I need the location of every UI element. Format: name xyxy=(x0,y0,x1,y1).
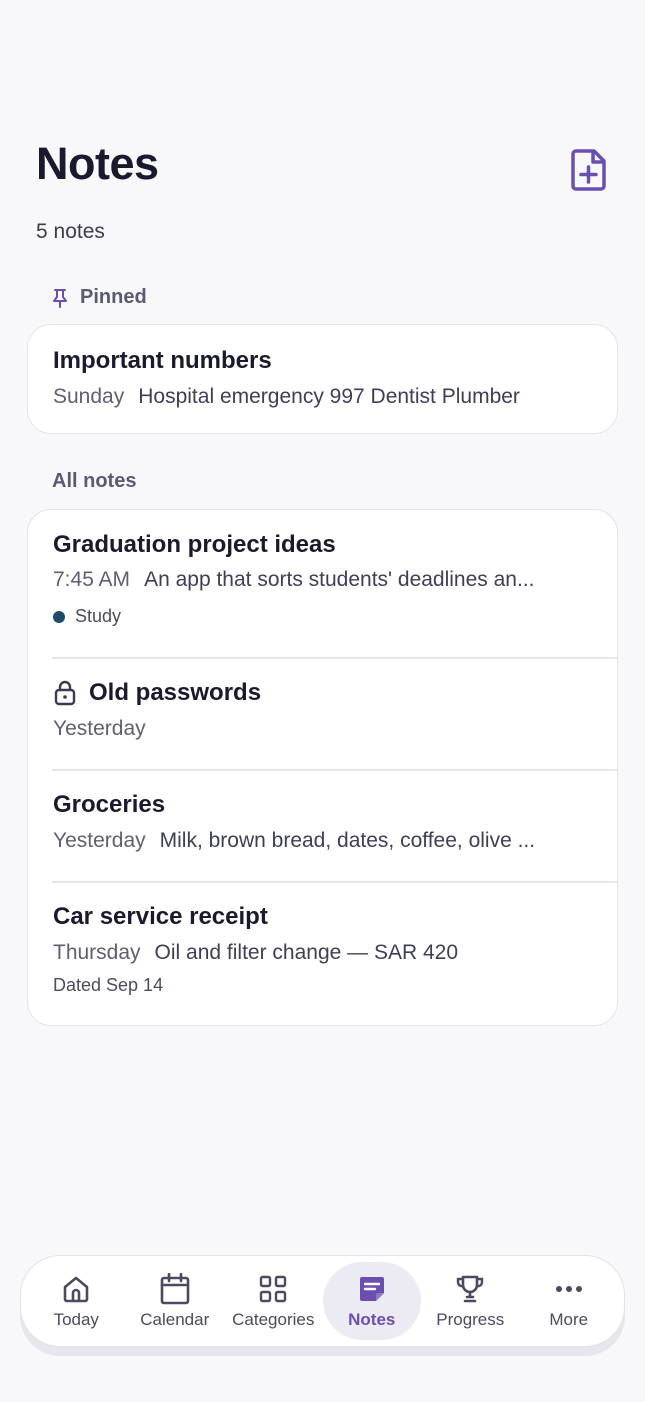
note-meta: Thursday Oil and filter change — SAR 420 xyxy=(53,941,593,965)
note-icon xyxy=(358,1272,386,1306)
note-date: Sunday xyxy=(53,385,125,408)
nav-item-calendar[interactable]: Calendar xyxy=(126,1262,225,1340)
pin-icon xyxy=(52,288,68,308)
new-note-button[interactable] xyxy=(569,148,609,192)
nav-item-progress[interactable]: Progress xyxy=(421,1262,520,1340)
nav-label: Calendar xyxy=(140,1310,210,1329)
all-notes-card: Graduation project ideas 7:45 AM An app t… xyxy=(27,509,618,1026)
note-title-row: Old passwords xyxy=(53,679,593,707)
all-notes-section-label: All notes xyxy=(52,470,136,493)
nav-label: Progress xyxy=(436,1310,505,1329)
calendar-icon xyxy=(160,1272,190,1306)
category-tag: Study xyxy=(53,606,593,627)
page-header: Notes xyxy=(36,138,609,198)
note-item-groceries[interactable]: Groceries Yesterday Milk, brown bread, da… xyxy=(28,769,617,881)
tag-dot-icon xyxy=(53,610,65,623)
pinned-section-label: Pinned xyxy=(52,286,147,309)
note-preview: Hospital emergency 997 Dentist Plumber xyxy=(138,385,520,408)
add-file-icon xyxy=(571,149,606,191)
note-date: Thursday xyxy=(53,941,141,964)
note-meta: Yesterday xyxy=(53,717,593,741)
trophy-icon xyxy=(455,1272,485,1306)
note-meta: 7:45 AM An app that sorts students' deadl… xyxy=(53,568,593,592)
note-date: Yesterday xyxy=(53,829,146,852)
note-preview: An app that sorts students' deadlines an… xyxy=(144,568,535,591)
nav-item-today[interactable]: Today xyxy=(27,1262,126,1340)
note-title: Car service receipt xyxy=(53,903,268,930)
pinned-notes-card: Important numbers Sunday Hospital emergen… xyxy=(27,324,618,434)
note-item-old-passwords[interactable]: Old passwords Yesterday xyxy=(28,657,617,769)
tag-label: Study xyxy=(75,606,122,626)
note-count: 5 notes xyxy=(36,220,105,243)
note-title: Old passwords xyxy=(89,679,262,706)
nav-item-categories[interactable]: Categories xyxy=(224,1262,323,1340)
note-item-car-service[interactable]: Car service receipt Thursday Oil and filt… xyxy=(28,881,617,1025)
nav-label: More xyxy=(549,1310,589,1329)
home-icon xyxy=(61,1272,91,1306)
page-title: Notes xyxy=(36,138,159,189)
bottom-nav: Today Calendar Categories Notes Progress… xyxy=(20,1255,625,1347)
grid-icon xyxy=(259,1272,287,1306)
note-date: Yesterday xyxy=(53,717,146,740)
nav-label: Categories xyxy=(232,1310,315,1329)
nav-item-notes[interactable]: Notes xyxy=(322,1262,421,1340)
note-meta: Sunday Hospital emergency 997 Dentist Plu… xyxy=(53,385,593,409)
notes-screen: Notes 5 notes Pinned Important numbers S… xyxy=(0,0,645,1402)
note-meta: Yesterday Milk, brown bread, dates, coffe… xyxy=(53,829,593,853)
note-item-important-numbers[interactable]: Important numbers Sunday Hospital emergen… xyxy=(28,325,617,433)
note-date: 7:45 AM xyxy=(53,568,131,591)
note-title: Graduation project ideas xyxy=(53,531,336,558)
note-preview: Oil and filter change — SAR 420 xyxy=(154,941,459,964)
note-title: Groceries xyxy=(53,791,166,818)
lock-icon xyxy=(53,680,77,706)
pinned-label: Pinned xyxy=(80,286,147,308)
more-icon xyxy=(555,1272,583,1306)
nav-label: Today xyxy=(53,1310,99,1329)
note-dated-label: Dated Sep 14 xyxy=(53,975,164,995)
note-title: Important numbers xyxy=(53,347,272,374)
note-preview: Milk, brown bread, dates, coffee, olive … xyxy=(159,829,536,852)
all-notes-label: All notes xyxy=(52,470,137,492)
note-item-graduation-project[interactable]: Graduation project ideas 7:45 AM An app t… xyxy=(28,510,617,657)
nav-label: Notes xyxy=(348,1310,396,1329)
nav-item-more[interactable]: More xyxy=(520,1262,619,1340)
